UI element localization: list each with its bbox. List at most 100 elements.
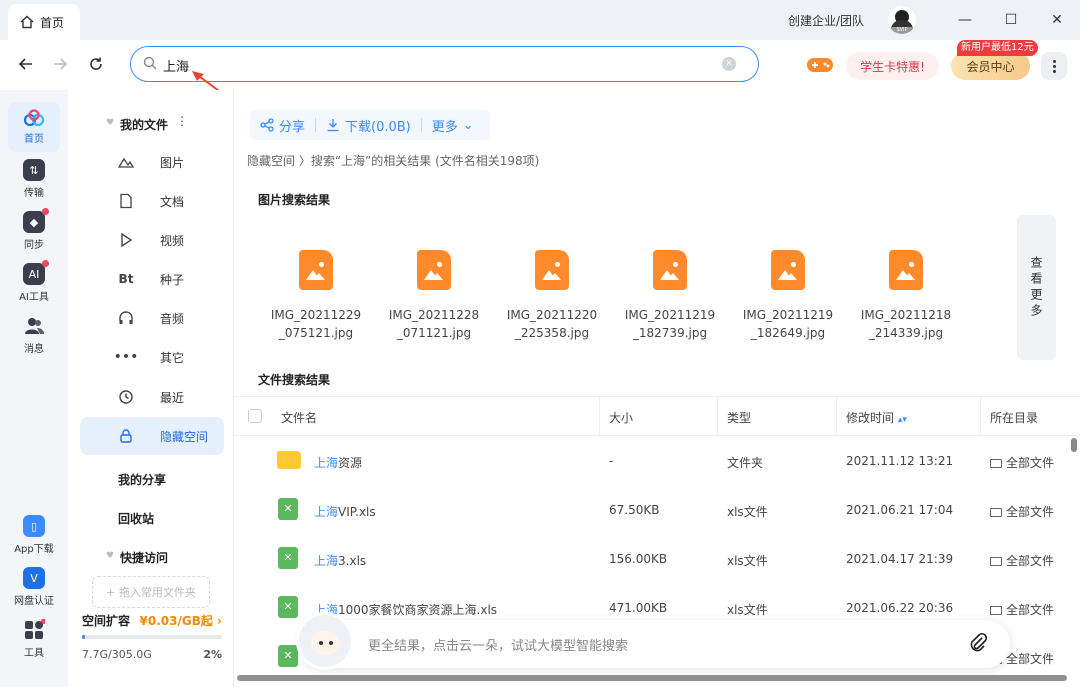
image-result[interactable]: IMG_20211219 _182739.jpg — [620, 250, 720, 342]
gamepad-icon[interactable] — [806, 54, 834, 76]
image-result[interactable]: IMG_20211219 _182649.jpg — [738, 250, 838, 342]
rail-item-verify[interactable]: V 网盘认证 — [8, 562, 60, 612]
avatar[interactable]: SVIP — [888, 6, 916, 34]
grid-icon — [25, 619, 45, 639]
main-content: 分享 下载(0.0B) 更多 ⌄ 隐藏空间 〉搜索“上海”的相关结果 (文件名相… — [234, 90, 1080, 687]
col-type[interactable]: 类型 — [727, 409, 751, 426]
users-icon — [25, 318, 44, 334]
excel-file-icon: ✕ — [278, 645, 298, 667]
rail-item-sync[interactable]: ◆ 同步 — [8, 206, 60, 256]
rail-item-tools[interactable]: 工具 — [8, 614, 60, 664]
folder-icon — [277, 451, 301, 469]
folder-outline-icon — [990, 459, 1002, 468]
space-expand-row[interactable]: 空间扩容 ¥0.03/GB起 › — [82, 612, 222, 629]
refresh-icon[interactable] — [84, 52, 108, 76]
sidebar-item-images[interactable]: 图片 — [80, 143, 224, 181]
verify-icon: V — [23, 567, 45, 589]
image-result[interactable]: IMG_20211220 _225358.jpg — [502, 250, 602, 342]
play-icon — [121, 232, 133, 248]
torrent-icon: Bt — [118, 272, 134, 286]
mascot-avatar[interactable] — [296, 612, 354, 670]
col-name[interactable]: 文件名 — [281, 409, 317, 426]
sidebar-item-hidden-space[interactable]: 隐藏空间 — [80, 417, 224, 455]
my-files-heading[interactable]: 我的文件 — [120, 116, 168, 133]
folder-outline-icon — [990, 508, 1002, 517]
table-row[interactable]: 上海资源 - 文件夹 2021.11.12 13:21 全部文件 — [234, 437, 1080, 486]
col-modified[interactable]: 修改时间 ▴▾ — [846, 409, 907, 426]
download-icon — [327, 119, 339, 132]
quick-access-heading[interactable]: 快捷访问 — [120, 549, 168, 566]
history-icon — [119, 390, 133, 404]
kebab-icon[interactable]: ⋮ — [176, 114, 188, 128]
title-bar: 首页 创建企业/团队 SVIP — ☐ ✕ — [0, 0, 1080, 40]
share-button[interactable]: 分享 — [250, 116, 315, 135]
image-result[interactable]: IMG_20211229 _075121.jpg — [266, 250, 366, 342]
back-icon[interactable] — [14, 52, 38, 76]
folder-outline-icon — [990, 606, 1002, 615]
image-file-icon — [771, 250, 805, 290]
tab-home[interactable]: 首页 — [8, 4, 80, 40]
vip-promo-badge: 新用户最低12元 — [957, 40, 1038, 56]
recycle-bin-link[interactable]: 回收站 — [118, 510, 154, 527]
horizontal-scrollbar[interactable] — [237, 675, 1067, 681]
search-icon — [143, 56, 157, 70]
download-button[interactable]: 下载(0.0B) — [316, 116, 421, 135]
excel-file-icon: ✕ — [278, 547, 298, 569]
ai-search-bar[interactable]: 更全结果，点击云一朵，试试大模型智能搜索 — [300, 620, 1010, 668]
sidebar-item-torrent[interactable]: Bt 种子 — [80, 260, 224, 298]
image-result[interactable]: IMG_20211228 _071121.jpg — [384, 250, 484, 342]
see-more-button[interactable]: 查看更多 — [1017, 215, 1056, 360]
student-card-button[interactable]: 学生卡特惠! — [846, 52, 939, 80]
svip-badge: SVIP — [890, 27, 914, 34]
rail-item-ai-tools[interactable]: AI AI工具 — [8, 258, 60, 308]
home-icon — [20, 15, 34, 29]
col-size[interactable]: 大小 — [609, 409, 633, 426]
create-team-link[interactable]: 创建企业/团队 — [788, 12, 864, 29]
table-row[interactable]: ✕ 上海VIP.xls 67.50KB xls文件 2021.06.21 17:… — [234, 486, 1080, 535]
rail-item-home[interactable]: 首页 — [8, 102, 60, 152]
rail-item-transfer[interactable]: ⇅ 传输 — [8, 154, 60, 204]
more-button[interactable]: 更多 ⌄ — [422, 116, 484, 135]
lock-icon — [120, 429, 132, 443]
excel-file-icon: ✕ — [278, 596, 298, 618]
close-button[interactable]: ✕ — [1034, 0, 1080, 40]
paperclip-icon[interactable] — [968, 632, 988, 659]
tab-label: 首页 — [40, 15, 65, 30]
rail-item-messages[interactable]: 消息 — [8, 310, 60, 360]
image-results-title: 图片搜索结果 — [258, 193, 331, 207]
image-file-icon — [299, 250, 333, 290]
phone-icon: ▯ — [23, 515, 45, 537]
image-file-icon — [653, 250, 687, 290]
sidebar-item-docs[interactable]: 文档 — [80, 182, 224, 220]
document-icon — [120, 193, 132, 209]
chevron-down-icon: ⌄ — [462, 117, 474, 133]
vip-center-button[interactable]: 会员中心 — [951, 52, 1030, 80]
more-menu-icon[interactable] — [1041, 52, 1067, 80]
image-file-icon — [417, 250, 451, 290]
image-result[interactable]: IMG_20211218 _214339.jpg — [856, 250, 956, 342]
heart-icon: ♥ — [106, 551, 115, 561]
minimize-button[interactable]: — — [942, 0, 988, 40]
col-directory[interactable]: 所在目录 — [990, 409, 1038, 426]
forward-icon[interactable] — [48, 52, 72, 76]
rail-item-app-download[interactable]: ▯ App下载 — [8, 510, 60, 560]
sync-icon: ◆ — [23, 208, 49, 233]
sidebar-item-other[interactable]: ••• 其它 — [80, 338, 224, 376]
sidebar-item-audio[interactable]: 音频 — [80, 299, 224, 337]
table-header: 文件名 大小 类型 修改时间 ▴▾ 所在目录 — [234, 396, 1080, 437]
file-toolbar: 分享 下载(0.0B) 更多 ⌄ — [250, 110, 490, 140]
sort-icon: ▴▾ — [897, 415, 907, 425]
dots-icon: ••• — [113, 349, 139, 365]
drop-folder-zone[interactable]: + 拖入常用文件夹 — [92, 576, 210, 608]
vertical-scrollbar[interactable] — [1071, 438, 1077, 452]
my-share-link[interactable]: 我的分享 — [118, 471, 166, 488]
ai-icon: AI — [23, 260, 49, 285]
sidebar-item-video[interactable]: 视频 — [80, 221, 224, 259]
maximize-button[interactable]: ☐ — [988, 0, 1034, 40]
select-all-checkbox[interactable] — [248, 409, 262, 423]
table-row[interactable]: ✕ 上海3.xls 156.00KB xls文件 2021.04.17 21:3… — [234, 535, 1080, 584]
search-value: 上海 — [163, 60, 190, 75]
clear-search-icon[interactable]: ✕ — [722, 57, 736, 71]
cloud-icon — [23, 109, 45, 127]
sidebar-item-recent[interactable]: 最近 — [80, 378, 224, 416]
